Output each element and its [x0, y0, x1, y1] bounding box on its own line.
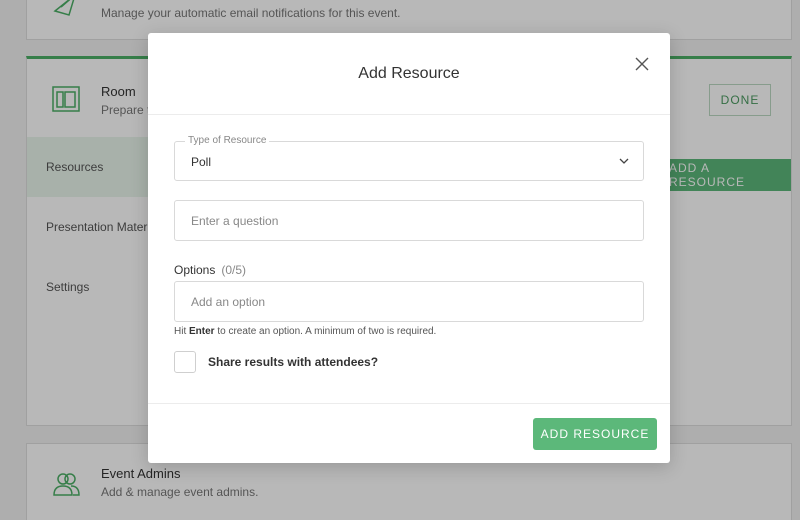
- option-placeholder: Add an option: [191, 295, 266, 309]
- chevron-down-icon: [619, 158, 629, 164]
- modal-header: Add Resource: [148, 33, 670, 115]
- share-results-checkbox[interactable]: [174, 351, 196, 373]
- option-hint: Hit Enter to create an option. A minimum…: [174, 326, 436, 337]
- hint-key: Enter: [189, 326, 215, 337]
- question-input[interactable]: Enter a question: [174, 200, 644, 241]
- options-count: (0/5): [221, 263, 247, 277]
- options-label: Options (0/5): [174, 263, 246, 277]
- modal-title: Add Resource: [358, 65, 460, 82]
- add-resource-submit-button[interactable]: ADD RESOURCE: [533, 418, 657, 450]
- resource-type-select[interactable]: Type of Resource Poll: [174, 135, 644, 181]
- options-label-text: Options: [174, 263, 216, 277]
- share-results-label[interactable]: Share results with attendees?: [208, 355, 378, 369]
- question-placeholder: Enter a question: [191, 214, 279, 228]
- add-resource-modal: Add Resource Type of Resource Poll Enter…: [148, 33, 670, 463]
- hint-pre: Hit: [174, 326, 189, 337]
- resource-type-value: Poll: [191, 155, 212, 169]
- modal-footer: ADD RESOURCE: [148, 403, 670, 463]
- hint-post: to create an option. A minimum of two is…: [214, 326, 437, 337]
- close-icon[interactable]: [634, 56, 650, 72]
- option-input[interactable]: Add an option: [174, 281, 644, 322]
- resource-type-label: Type of Resource: [185, 135, 270, 146]
